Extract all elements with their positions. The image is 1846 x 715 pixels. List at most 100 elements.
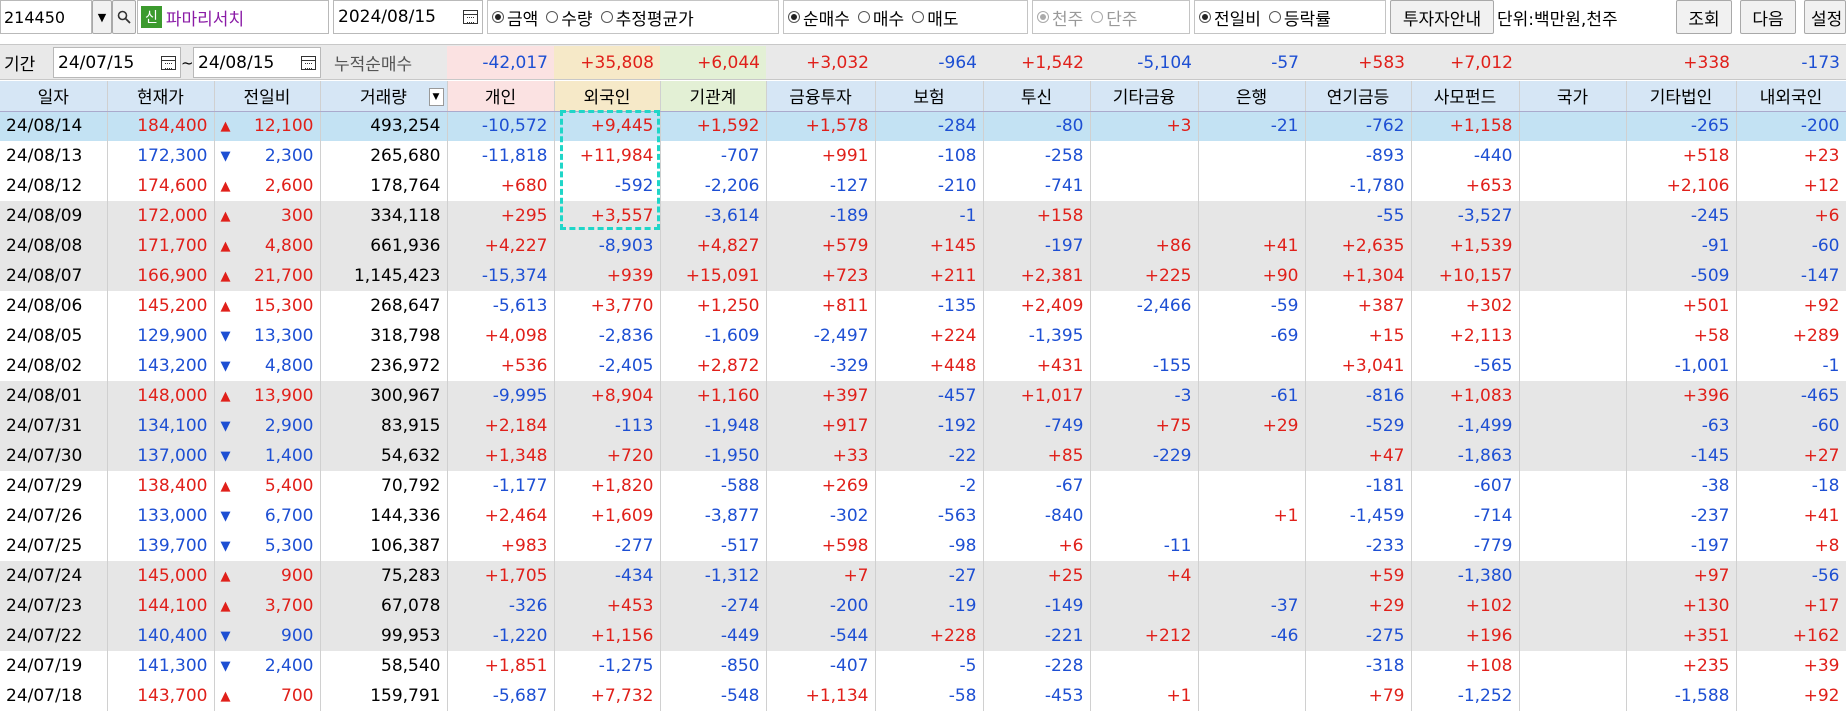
radio-single-shares[interactable]: 단주 (1091, 5, 1138, 30)
change-value: 5,400 (264, 476, 314, 496)
code-dropdown-button[interactable]: ▼ (92, 0, 112, 34)
table-row[interactable]: 24/07/22 140,400 ▼ 900 99,953 -1,220 +1,156 -44… (0, 621, 1846, 651)
arrow-up-icon: ▲ (220, 238, 231, 254)
cell-other-corp: -237 (1626, 501, 1737, 531)
cell-volume: 67,078 (320, 591, 448, 621)
table-row[interactable]: 24/07/23 144,100 ▲ 3,700 67,078 -326 +453 -274-… (0, 591, 1846, 621)
col-header-fin-invest[interactable]: 금융투자 (766, 81, 876, 112)
cell-state (1519, 381, 1627, 411)
change-value: 2,900 (264, 416, 314, 436)
col-header-other-corp[interactable]: 기타법인 (1626, 81, 1737, 112)
col-header-trust[interactable]: 투신 (983, 81, 1091, 112)
sort-triangle-icon[interactable]: ▼ (428, 88, 444, 106)
col-header-change[interactable]: 전일비 (214, 81, 321, 112)
table-row[interactable]: 24/07/24 145,000 ▲ 900 75,283 +1,705 -434 -1,31… (0, 561, 1846, 591)
period-tilde: ~ (181, 53, 194, 72)
table-row[interactable]: 24/08/05 129,900 ▼ 13,300 318,798 +4,098 -2,83… (0, 321, 1846, 351)
investor-guide-button[interactable]: 투자자안내 (1390, 0, 1494, 34)
code-search-button[interactable] (112, 0, 136, 34)
cell-fin-invest: -407 (766, 651, 876, 681)
cell-other-fin: +225 (1090, 261, 1199, 291)
cell-private-fund: +1,539 (1411, 231, 1520, 261)
summary-foreign: +35,808 (554, 46, 660, 79)
cell-private-fund: +302 (1411, 291, 1520, 321)
table-row[interactable]: 24/08/13 172,300 ▼ 2,300 265,680 -11,818 +11,9… (0, 141, 1846, 171)
cell-trust: -80 (983, 111, 1091, 141)
cell-foreign: -2,405 (554, 351, 661, 381)
col-header-other-fin[interactable]: 기타금융 (1090, 81, 1199, 112)
col-header-price[interactable]: 현재가 (107, 81, 215, 112)
radio-prev-day[interactable]: 전일비 (1199, 5, 1261, 30)
cell-change: ▲ 300 (214, 201, 321, 231)
table-row[interactable]: 24/07/26 133,000 ▼ 6,700 144,336 +2,464 +1,609… (0, 501, 1846, 531)
date-input[interactable]: 2024/08/15 (333, 0, 483, 34)
cell-change: ▲ 5,400 (214, 471, 321, 501)
table-row[interactable]: 24/07/19 141,300 ▼ 2,400 58,540 +1,851 -1,275-… (0, 651, 1846, 681)
cell-fin-invest: +7 (766, 561, 876, 591)
col-header-individual[interactable]: 개인 (447, 81, 555, 112)
cell-trust: -749 (983, 411, 1091, 441)
col-header-institution[interactable]: 기관계 (660, 81, 767, 112)
table-row[interactable]: 24/07/31 134,100 ▼ 2,900 83,915 +2,184 -113 -1,… (0, 411, 1846, 441)
settings-button[interactable]: 설정 (1804, 0, 1846, 34)
col-header-insurance[interactable]: 보험 (875, 81, 984, 112)
cell-insurance: -563 (875, 501, 984, 531)
col-header-state[interactable]: 국가 (1519, 81, 1627, 112)
cell-price: 174,600 (107, 171, 215, 201)
cell-state (1519, 681, 1627, 711)
table-row[interactable]: 24/08/01 148,000 ▲ 13,900 300,967 -9,995 +8,90… (0, 381, 1846, 411)
table-row[interactable]: 24/08/09 172,000 ▲ 300 334,118 +295 +3,557 -3,6… (0, 201, 1846, 231)
table-row[interactable]: 24/08/14 184,400 ▲ 12,100 493,254 -10,572 +9,4… (0, 111, 1846, 141)
cell-bank (1198, 351, 1306, 381)
table-row[interactable]: 24/07/18 143,700 ▲ 700 159,791 -5,687 +7,732 -5… (0, 681, 1846, 711)
cell-other-fin: -3 (1090, 381, 1199, 411)
calendar-icon[interactable] (463, 10, 478, 24)
radio-quantity[interactable]: 수량 (546, 5, 593, 30)
col-header-volume[interactable]: 거래량 ▼ (320, 81, 448, 112)
cell-trust: -221 (983, 621, 1091, 651)
cell-institution: +4,827 (660, 231, 767, 261)
radio-sell[interactable]: 매도 (912, 5, 958, 30)
period-from-input[interactable]: 24/07/15 (53, 47, 181, 78)
cell-private-fund: +102 (1411, 591, 1520, 621)
cell-trust: +85 (983, 441, 1091, 471)
table-row[interactable]: 24/07/30 137,000 ▼ 1,400 54,632 +1,348 +720 -1,… (0, 441, 1846, 471)
calendar-icon[interactable] (301, 55, 316, 70)
col-header-foreign[interactable]: 외국인 (554, 81, 661, 112)
table-row[interactable]: 24/08/08 171,700 ▲ 4,800 661,936 +4,227 -8,903… (0, 231, 1846, 261)
query-button[interactable]: 조회 (1676, 0, 1732, 34)
table-row[interactable]: 24/08/07 166,900 ▲ 21,700 1,145,423 -15,374 +9… (0, 261, 1846, 291)
radio-change-rate[interactable]: 등락률 (1268, 5, 1331, 30)
cell-bank (1198, 441, 1306, 471)
radio-buy[interactable]: 매수 (857, 5, 904, 30)
col-header-date[interactable]: 일자 (0, 81, 108, 112)
radio-net-buy[interactable]: 순매수 (788, 5, 850, 30)
cell-pension: -893 (1305, 141, 1412, 171)
period-to-input[interactable]: 24/08/15 (193, 47, 321, 78)
table-row[interactable]: 24/08/06 145,200 ▲ 15,300 268,647 -5,613 +3,77… (0, 291, 1846, 321)
cell-date: 24/07/31 (0, 411, 108, 441)
cell-change: ▲ 700 (214, 681, 321, 711)
cell-individual: +1,851 (447, 651, 555, 681)
table-row[interactable]: 24/08/12 174,600 ▲ 2,600 178,764 +680 -592 -2,2… (0, 171, 1846, 201)
col-header-private-fund[interactable]: 사모펀드 (1411, 81, 1520, 112)
radio-est-avg[interactable]: 추정평균가 (600, 5, 694, 30)
arrow-up-icon: ▲ (220, 598, 231, 614)
cell-other-corp: +2,106 (1626, 171, 1737, 201)
calendar-icon[interactable] (161, 55, 176, 70)
col-header-bank[interactable]: 은행 (1198, 81, 1306, 112)
cell-foreign: +720 (554, 441, 661, 471)
radio-thousand-shares[interactable]: 천주 (1037, 5, 1083, 30)
next-button[interactable]: 다음 (1740, 0, 1796, 34)
table-row[interactable]: 24/07/29 138,400 ▲ 5,400 70,792 -1,177 +1,820-… (0, 471, 1846, 501)
table-row[interactable]: 24/08/02 143,200 ▼ 4,800 236,972 +536 -2,405 +2… (0, 351, 1846, 381)
radio-amount[interactable]: 금액 (492, 5, 538, 30)
col-header-domestic-foreign[interactable]: 내외국인 (1736, 81, 1846, 112)
stock-name-box[interactable]: 신 파마리서치 (137, 0, 329, 34)
table-row[interactable]: 24/07/25 139,700 ▼ 5,300 106,387 +983 -277 -517… (0, 531, 1846, 561)
cell-trust: +25 (983, 561, 1091, 591)
col-header-pension[interactable]: 연기금등 (1305, 81, 1412, 112)
stock-code-input[interactable]: 214450 (0, 0, 92, 34)
cell-insurance: +448 (875, 351, 984, 381)
cell-pension: -233 (1305, 531, 1412, 561)
